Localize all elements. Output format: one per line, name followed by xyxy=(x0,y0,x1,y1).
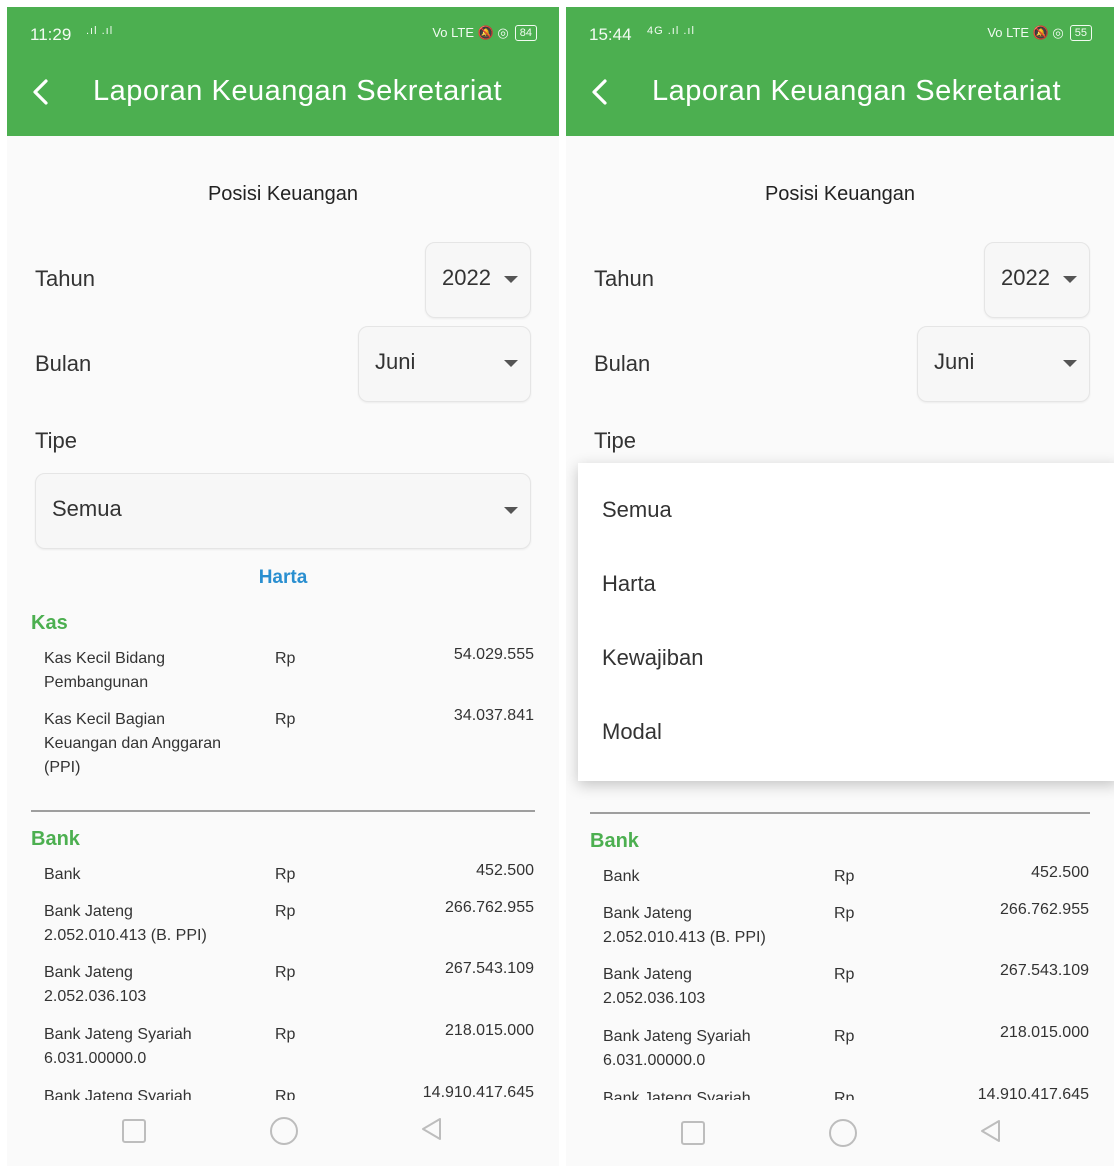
bulan-value: Juni xyxy=(375,349,416,374)
back-arrow-icon[interactable] xyxy=(586,77,616,107)
row-amount: 54.029.555 xyxy=(453,646,534,663)
row-name: Kas Kecil Bagian Keuangan dan Anggaran (… xyxy=(44,711,222,776)
row-amount: 267.543.109 xyxy=(1000,962,1089,979)
harta-title: Harta xyxy=(258,567,308,588)
kas-title: Kas xyxy=(31,612,68,634)
row-currency: Rp xyxy=(275,964,296,981)
row-currency: Rp xyxy=(275,903,296,920)
bulan-dropdown[interactable]: Juni xyxy=(917,326,1090,402)
tipe-label: Tipe xyxy=(594,428,636,453)
tipe-dropdown[interactable]: Semua xyxy=(35,473,531,549)
row-amount: 266.762.955 xyxy=(1000,901,1089,918)
menu-item-kewajiban[interactable]: Kewajiban xyxy=(602,645,704,671)
status-time: 11:29 xyxy=(30,25,72,44)
row-name: Bank Jateng 2.052.010.413 (B. PPI) xyxy=(44,903,207,944)
status-right: Vo LTE 🔕 ◎ 84 xyxy=(432,25,537,41)
tahun-value: 2022 xyxy=(1001,265,1050,290)
signal-icon: .ıl .ıl xyxy=(86,25,114,37)
bulan-label: Bulan xyxy=(35,351,92,376)
content: Posisi Keuangan Tahun 2022 Bulan Juni Ti… xyxy=(7,136,559,1166)
tahun-dropdown[interactable]: 2022 xyxy=(984,242,1090,318)
status-right: Vo LTE 🔕 ◎ 55 xyxy=(987,25,1092,41)
app-bar: 15:44 4G .ıl .ıl Vo LTE 🔕 ◎ 55 Laporan K… xyxy=(566,7,1114,136)
triangle-back-icon[interactable] xyxy=(420,1117,444,1141)
row-amount: 452.500 xyxy=(476,862,534,879)
row-currency: Rp xyxy=(834,966,855,983)
tipe-value: Semua xyxy=(52,496,122,521)
section-title: Posisi Keuangan xyxy=(764,183,916,205)
tipe-dropdown-menu: Semua Harta Kewajiban Modal xyxy=(578,463,1114,781)
system-nav-bar xyxy=(7,1100,559,1166)
status-icons: Vo LTE 🔕 ◎ xyxy=(432,25,509,40)
bank-title: Bank xyxy=(590,830,639,852)
row-amount: 452.500 xyxy=(1031,864,1089,881)
screen-right: 15:44 4G .ıl .ıl Vo LTE 🔕 ◎ 55 Laporan K… xyxy=(566,7,1114,1166)
divider xyxy=(31,810,535,812)
row-name: Bank Jateng Syariah 6.031.00000.0 xyxy=(44,1026,192,1067)
row-name: Bank Jateng 2.052.036.103 xyxy=(44,964,147,1005)
row-name: Kas Kecil Bidang Pembangunan xyxy=(44,650,165,691)
tahun-label: Tahun xyxy=(35,266,95,291)
screen-left: 11:29 .ıl .ıl Vo LTE 🔕 ◎ 84 Laporan Keua… xyxy=(7,7,559,1166)
caret-down-icon xyxy=(1063,276,1077,283)
status-bar: 15:44 4G .ıl .ıl Vo LTE 🔕 ◎ 55 xyxy=(589,25,1092,49)
caret-down-icon xyxy=(504,360,518,367)
caret-down-icon xyxy=(504,276,518,283)
triangle-back-icon[interactable] xyxy=(979,1119,1003,1143)
circle-icon[interactable] xyxy=(270,1117,298,1145)
row-name: Bank Jateng Syariah 6.031.00000.0 xyxy=(603,1028,751,1069)
system-nav-bar xyxy=(566,1100,1114,1166)
row-currency: Rp xyxy=(834,905,855,922)
menu-item-semua[interactable]: Semua xyxy=(602,497,672,523)
menu-item-modal[interactable]: Modal xyxy=(602,719,662,745)
row-name: Bank Jateng 2.052.036.103 xyxy=(603,966,706,1007)
row-amount: 267.543.109 xyxy=(445,960,534,977)
bulan-dropdown[interactable]: Juni xyxy=(358,326,531,402)
tipe-label: Tipe xyxy=(35,428,77,453)
back-arrow-icon[interactable] xyxy=(27,77,57,107)
status-icons: Vo LTE 🔕 ◎ xyxy=(987,25,1064,40)
caret-down-icon xyxy=(504,507,518,514)
bank-title: Bank xyxy=(31,828,80,850)
section-title: Posisi Keuangan xyxy=(207,183,359,205)
row-currency: Rp xyxy=(834,1028,855,1045)
bulan-label: Bulan xyxy=(594,351,651,376)
tahun-value: 2022 xyxy=(442,265,491,290)
row-amount: 266.762.955 xyxy=(445,899,534,916)
row-name: Bank xyxy=(603,868,640,885)
battery-icon: 55 xyxy=(1069,25,1092,41)
status-time: 15:44 xyxy=(589,25,632,44)
row-currency: Rp xyxy=(275,1026,296,1043)
row-amount: 218.015.000 xyxy=(1000,1024,1089,1041)
row-currency: Rp xyxy=(275,650,296,667)
circle-icon[interactable] xyxy=(829,1119,857,1147)
page-title: Laporan Keuangan Sekretariat xyxy=(652,75,1062,107)
row-currency: Rp xyxy=(834,868,855,885)
app-bar: 11:29 .ıl .ıl Vo LTE 🔕 ◎ 84 Laporan Keua… xyxy=(7,7,559,136)
row-name: Bank Jateng 2.052.010.413 (B. PPI) xyxy=(603,905,766,946)
bulan-value: Juni xyxy=(934,349,975,374)
row-amount: 34.037.841 xyxy=(453,707,534,724)
status-bar: 11:29 .ıl .ıl Vo LTE 🔕 ◎ 84 xyxy=(30,25,537,49)
square-icon[interactable] xyxy=(122,1119,146,1143)
row-name: Bank xyxy=(44,866,81,883)
row-amount: 218.015.000 xyxy=(445,1022,534,1039)
signal-icon: 4G .ıl .ıl xyxy=(647,25,695,37)
row-currency: Rp xyxy=(275,866,296,883)
tahun-dropdown[interactable]: 2022 xyxy=(425,242,531,318)
square-icon[interactable] xyxy=(681,1121,705,1145)
battery-icon: 84 xyxy=(514,25,537,41)
row-currency: Rp xyxy=(275,711,296,728)
tahun-label: Tahun xyxy=(594,266,654,291)
divider xyxy=(590,812,1090,814)
menu-item-harta[interactable]: Harta xyxy=(602,571,656,597)
page-title: Laporan Keuangan Sekretariat xyxy=(93,75,503,107)
caret-down-icon xyxy=(1063,360,1077,367)
